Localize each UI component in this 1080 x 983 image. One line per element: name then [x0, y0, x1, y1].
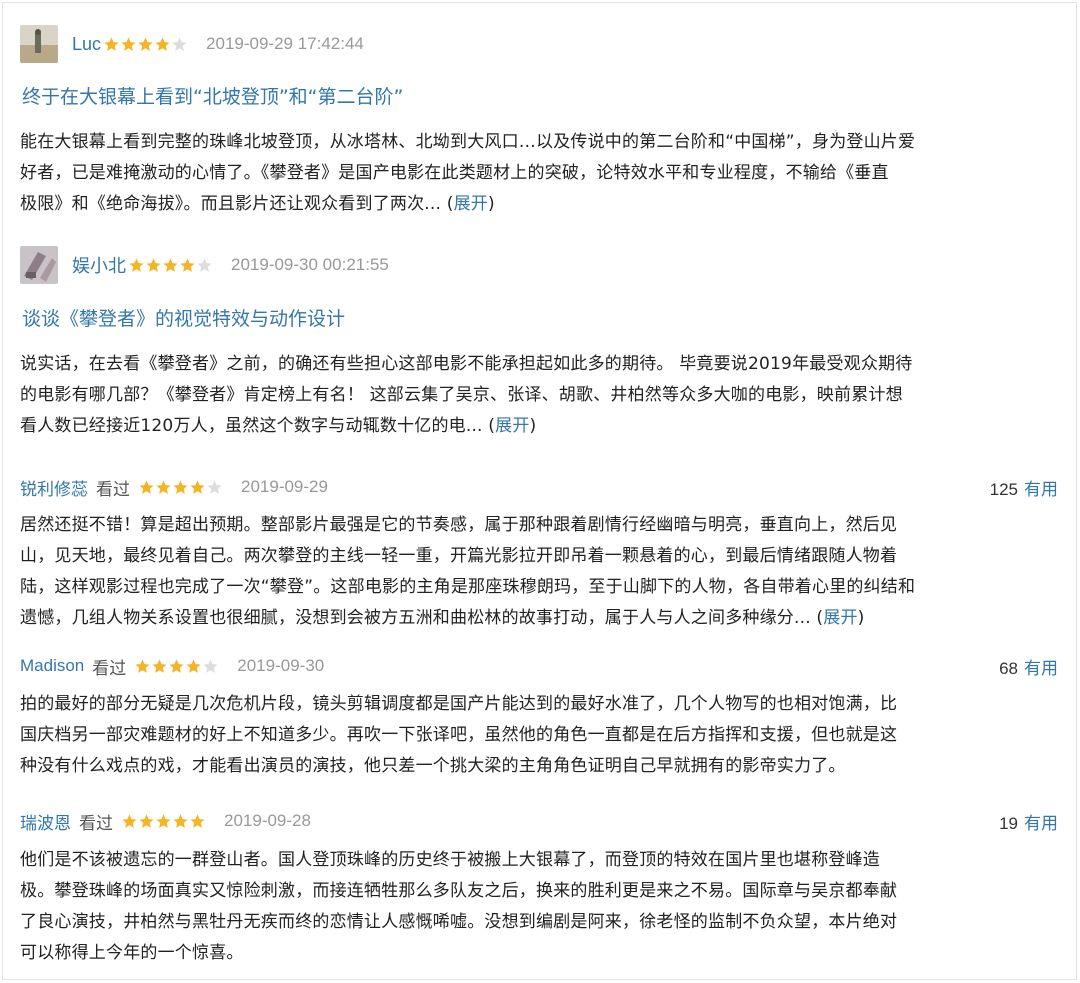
star-filled-icon: [134, 658, 151, 675]
useful-vote: 19 有用: [999, 809, 1058, 834]
comment-header: Madison 看过 2019-09-30 68 有用: [20, 652, 1058, 680]
comment-text: 拍的最好的部分无疑是几次危机片段，镜头剪辑调度都是国产片能达到的最好水准了，几个…: [20, 689, 1060, 782]
avatar[interactable]: [20, 25, 58, 63]
useful-button[interactable]: 有用: [1024, 480, 1058, 499]
username-link[interactable]: Madison: [20, 656, 84, 676]
excerpt-line: 的电影有哪几部？《攀登者》肯定榜上有名！ 这部云集了吴京、张译、胡歌、井柏然等众…: [20, 385, 903, 405]
comment-line: 陆，这样观影过程也完成了一次“攀登”。这部电影的主角是那座珠穆朗玛，至于山脚下的…: [20, 577, 916, 597]
rating-stars: [103, 36, 188, 53]
excerpt-line: 能在大银幕上看到完整的珠峰北坡登顶，从冰塔林、北坳到大风口…以及传说中的第二台阶…: [20, 132, 916, 152]
username-link[interactable]: 锐利修蕊: [20, 475, 88, 500]
star-filled-icon: [189, 813, 206, 830]
comment-line: 山，见天地，最终见着自己。两次攀登的主线一轻一重，开篇光影拉开即吊着一颗悬着的心…: [20, 546, 898, 566]
comment-line: 居然还挺不错！算是超出预期。整部影片最强是它的节奏感，属于那种跟着剧情行经幽暗与…: [20, 515, 898, 535]
excerpt-line-text: 极限》和《绝命海拔》。而且影片还让观众看到了两次...: [20, 194, 442, 214]
star-filled-icon: [151, 658, 168, 675]
star-filled-icon: [179, 257, 196, 274]
comment-line: 了良心演技，井柏然与黑牡丹无疾而终的恋情让人感慨唏嘘。没想到编剧是阿来，徐老怪的…: [20, 912, 898, 932]
comment-line: 遗憾，几组人物关系设置也很细腻，没想到会被方五洲和曲松林的故事打动，属于人与人之…: [20, 608, 865, 628]
star-filled-icon: [172, 813, 189, 830]
avatar[interactable]: [20, 246, 58, 284]
review-header: Luc 2019-09-29 17:42:44: [20, 24, 364, 64]
star-filled-icon: [155, 813, 172, 830]
star-filled-icon: [189, 479, 206, 496]
excerpt-line: 好者，已是难掩激动的心情了。《攀登者》是国产电影在此类题材上的突破，论特效水平和…: [20, 163, 889, 183]
comment-line: 他们是不该被遗忘的一群登山者。国人登顶珠峰的历史终于被搬上大银幕了，而登顶的特效…: [20, 850, 880, 870]
comment-line: 可以称得上今年的一个惊喜。: [20, 943, 244, 963]
useful-button[interactable]: 有用: [1024, 659, 1058, 678]
comment-line: 拍的最好的部分无疑是几次危机片段，镜头剪辑调度都是国产片能达到的最好水准了，几个…: [20, 694, 898, 714]
star-filled-icon: [138, 813, 155, 830]
comment-line-text: 遗憾，几组人物关系设置也很细腻，没想到会被方五洲和曲松林的故事打动，属于人与人之…: [20, 608, 811, 628]
star-filled-icon: [172, 479, 189, 496]
comment-line: 国庆档另一部灾难题材的好上不知道多少。再吹一下张译吧，虽然他的角色一直都是在后方…: [20, 725, 898, 745]
comment-header: 瑞波恩 看过 2019-09-28 19 有用: [20, 807, 1058, 835]
star-filled-icon: [121, 813, 138, 830]
useful-vote: 125 有用: [990, 475, 1058, 500]
useful-button[interactable]: 有用: [1024, 814, 1058, 833]
star-empty-icon: [196, 257, 213, 274]
star-filled-icon: [103, 36, 120, 53]
star-filled-icon: [137, 36, 154, 53]
star-empty-icon: [171, 36, 188, 53]
review-excerpt: 说实话，在去看《攀登者》之前，的确还有些担心这部电影不能承担起如此多的期待。 毕…: [20, 349, 1060, 442]
star-filled-icon: [120, 36, 137, 53]
comment-date: 2019-09-29: [241, 477, 328, 496]
comment-line: 种没有什么戏点的戏，才能看出演员的演技，他只差一个挑大梁的主角角色证明自己早就拥…: [20, 756, 846, 776]
review-title[interactable]: 终于在大银幕上看到“北坡登顶”和“第二台阶”: [22, 82, 403, 109]
watched-status: 看过: [96, 479, 130, 500]
star-filled-icon: [185, 658, 202, 675]
star-empty-icon: [202, 658, 219, 675]
review-header: 娱小北 2019-09-30 00:21:55: [20, 245, 389, 285]
comment-date: 2019-09-28: [224, 811, 311, 830]
review-excerpt: 能在大银幕上看到完整的珠峰北坡登顶，从冰塔林、北坳到大风口…以及传说中的第二台阶…: [20, 127, 1060, 220]
rating-stars: [134, 658, 219, 675]
comment-text: 他们是不该被遗忘的一群登山者。国人登顶珠峰的历史终于被搬上大银幕了，而登顶的特效…: [20, 845, 1060, 969]
comment-date: 2019-09-30: [237, 656, 325, 675]
expand-link[interactable]: 展开: [454, 194, 488, 214]
excerpt-line-text: 看人数已经接近120万人，虽然这个数字与动辄数十亿的电...: [20, 416, 483, 436]
useful-count: 19: [999, 813, 1018, 833]
useful-count: 68: [999, 658, 1018, 678]
rating-stars: [138, 479, 223, 496]
star-empty-icon: [206, 479, 223, 496]
excerpt-line: 看人数已经接近120万人，虽然这个数字与动辄数十亿的电... (展开): [20, 416, 537, 436]
star-filled-icon: [155, 479, 172, 496]
rating-stars: [128, 257, 213, 274]
review-time: 2019-09-29 17:42:44: [206, 34, 364, 53]
rating-stars: [121, 813, 206, 830]
review-time: 2019-09-30 00:21:55: [231, 255, 389, 274]
useful-vote: 68 有用: [999, 654, 1058, 679]
comment-text: 居然还挺不错！算是超出预期。整部影片最强是它的节奏感，属于那种跟着剧情行经幽暗与…: [20, 510, 1060, 634]
excerpt-line: 极限》和《绝命海拔》。而且影片还让观众看到了两次... (展开): [20, 194, 495, 214]
star-filled-icon: [138, 479, 155, 496]
excerpt-line: 说实话，在去看《攀登者》之前，的确还有些担心这部电影不能承担起如此多的期待。 毕…: [20, 354, 913, 374]
username-link[interactable]: Luc: [72, 34, 101, 55]
comment-header: 锐利修蕊 看过 2019-09-29 125 有用: [20, 473, 1058, 501]
username-link[interactable]: 娱小北: [72, 252, 126, 278]
comment-line: 极。攀登珠峰的场面真实又惊险刺激，而接连牺牲那么多队友之后，换来的胜利更是来之不…: [20, 881, 898, 901]
review-title[interactable]: 谈谈《攀登者》的视觉特效与动作设计: [22, 304, 345, 331]
star-filled-icon: [145, 257, 162, 274]
useful-count: 125: [989, 479, 1018, 499]
star-filled-icon: [168, 658, 185, 675]
expand-link[interactable]: 展开: [495, 416, 529, 436]
watched-status: 看过: [79, 813, 113, 834]
star-filled-icon: [162, 257, 179, 274]
star-filled-icon: [154, 36, 171, 53]
expand-link[interactable]: 展开: [823, 608, 857, 628]
star-filled-icon: [128, 257, 145, 274]
watched-status: 看过: [92, 658, 127, 679]
username-link[interactable]: 瑞波恩: [20, 809, 71, 834]
